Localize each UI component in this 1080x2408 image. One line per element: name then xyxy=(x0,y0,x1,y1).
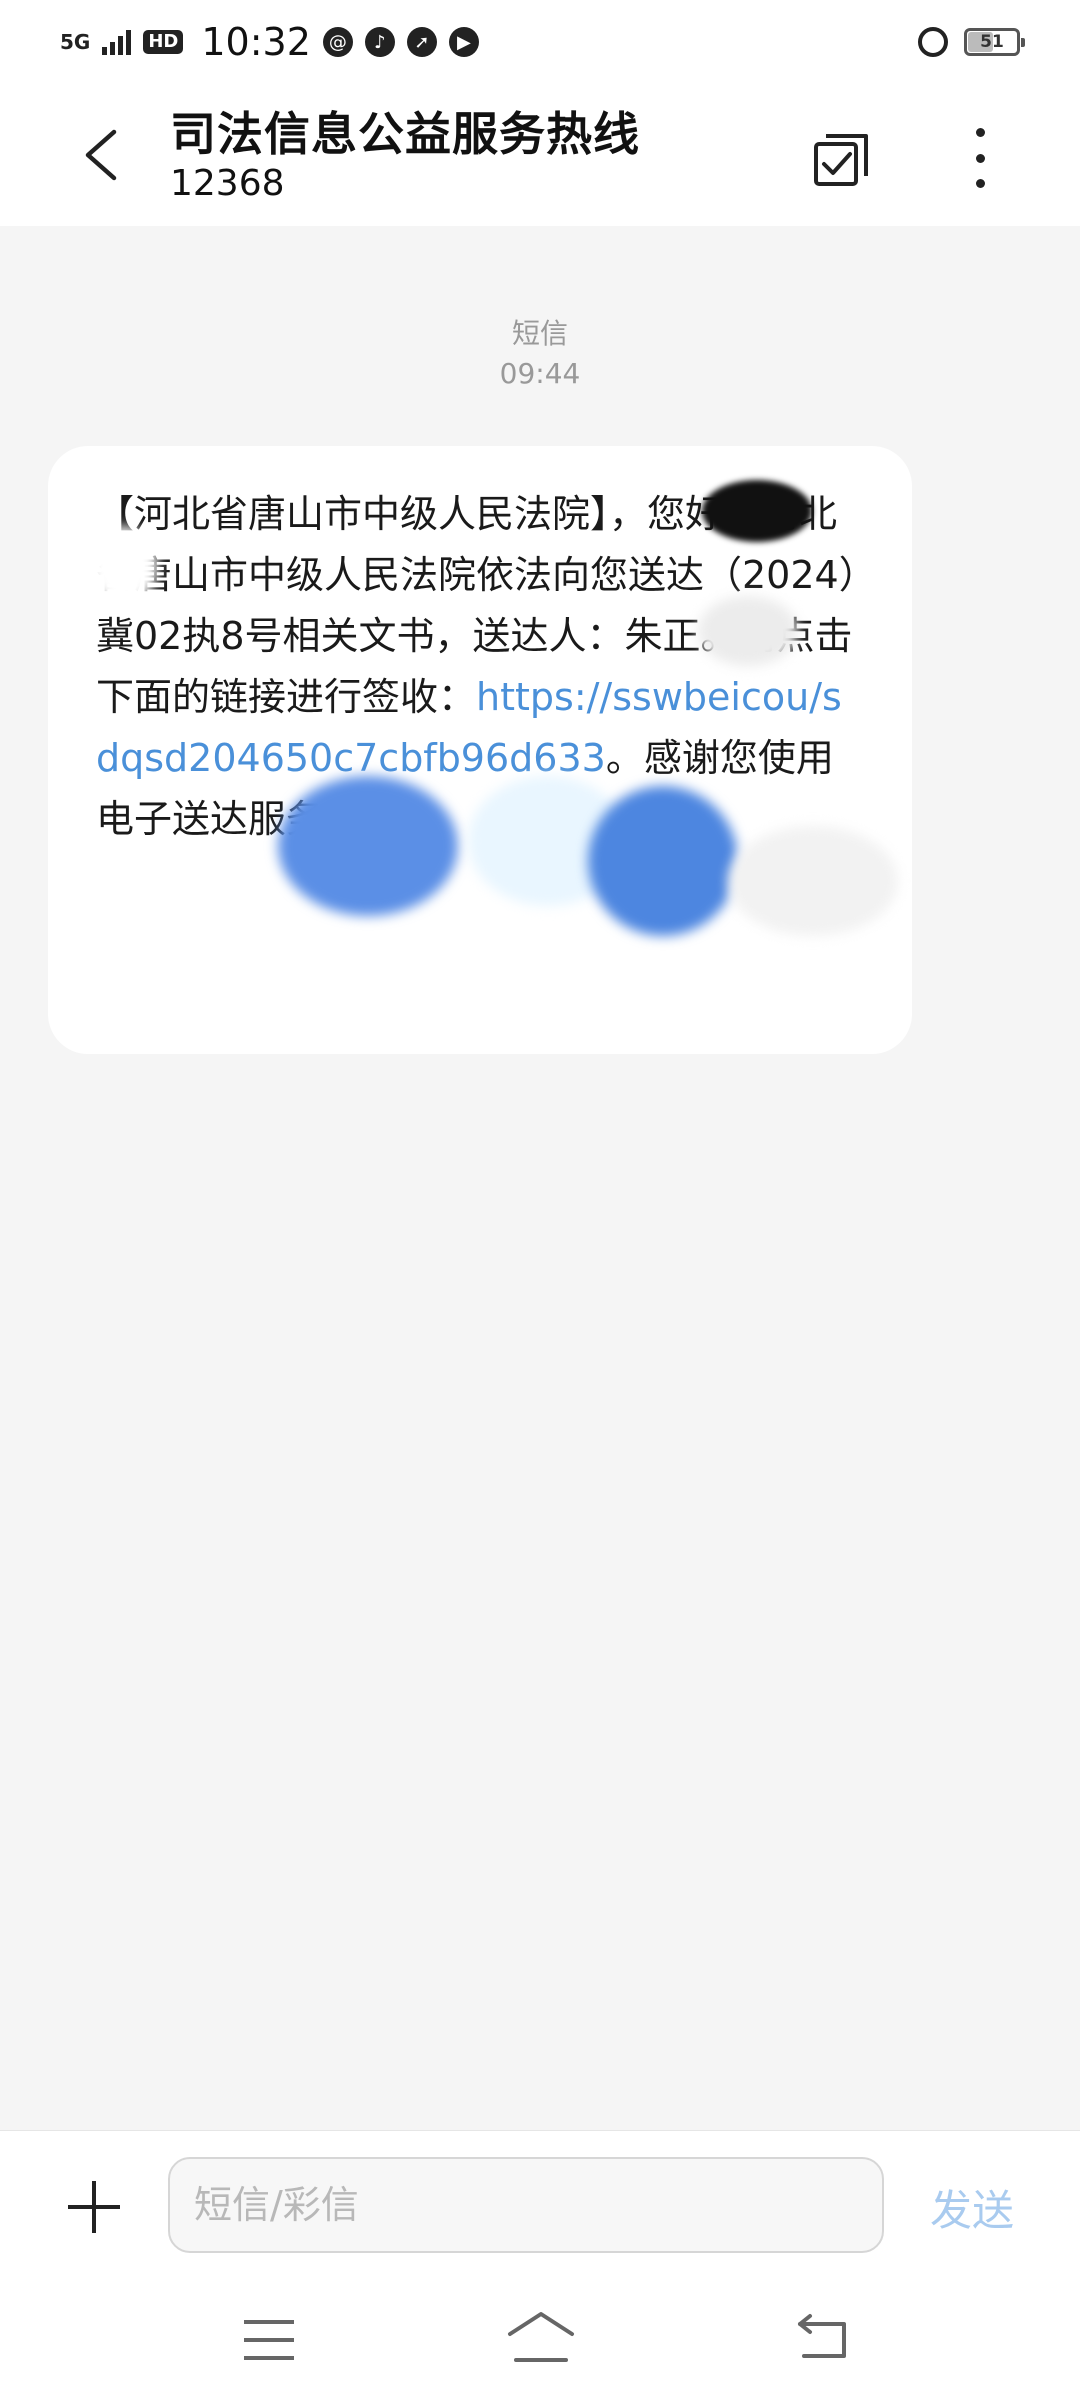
alarm-icon xyxy=(918,27,948,57)
redaction-mark xyxy=(88,526,158,606)
message-bubble[interactable]: 【河北省唐山市中级人民法院】，您好：河北省唐山市中级人民法院依法向您送达（202… xyxy=(48,446,912,1054)
message-link[interactable]: beicou xyxy=(683,675,809,719)
multi-select-icon[interactable] xyxy=(810,126,874,190)
message-meta: 短信 09:44 xyxy=(0,314,1080,394)
send-button[interactable]: 发送 xyxy=(930,2177,1014,2238)
tiktok-icon: ♪ xyxy=(364,27,395,57)
play-icon: ▶ xyxy=(448,27,479,57)
message-input[interactable] xyxy=(168,2157,884,2253)
message-time: 09:44 xyxy=(499,357,581,390)
message-type-label: 短信 xyxy=(511,317,568,350)
status-left: 5G HD 10:32 @ ♪ ➚ ▶ xyxy=(60,20,479,64)
message-link[interactable]: d204650c7cbfb96d6 xyxy=(164,736,557,780)
redaction-mark xyxy=(728,826,898,936)
status-time: 10:32 xyxy=(201,20,311,64)
hd-badge: HD xyxy=(143,30,184,54)
plus-icon[interactable] xyxy=(68,2181,120,2233)
signal-icon xyxy=(102,29,132,55)
home-icon[interactable] xyxy=(506,2310,576,2366)
message-link[interactable]: https://ssw xyxy=(476,675,683,719)
redaction-mark xyxy=(702,480,812,542)
compass-icon: ➚ xyxy=(406,27,437,57)
redaction-mark xyxy=(698,596,798,666)
contact-name: 司法信息公益服务热线 xyxy=(170,107,640,161)
battery-icon: 51 xyxy=(964,28,1025,56)
nav-back-icon[interactable] xyxy=(796,2312,852,2362)
battery-level: 51 xyxy=(980,32,1004,52)
status-right: 51 xyxy=(918,27,1025,57)
network-type: 5G xyxy=(60,30,91,54)
back-arrow-icon[interactable] xyxy=(76,128,124,182)
message-link[interactable]: 33 xyxy=(557,736,605,780)
menu-icon[interactable] xyxy=(244,2320,294,2360)
message-segment: 【河北省唐山市中级人民法院】 xyxy=(96,492,610,536)
status-bar: 5G HD 10:32 @ ♪ ➚ ▶ 51 xyxy=(0,0,1080,84)
compose-bar: 发送 xyxy=(0,2130,1080,2281)
more-options-icon[interactable] xyxy=(960,128,1000,188)
contact-info[interactable]: 司法信息公益服务热线 12368 xyxy=(170,106,640,206)
at-icon: @ xyxy=(322,27,353,57)
navigation-bar xyxy=(0,2280,1080,2408)
contact-number: 12368 xyxy=(170,163,285,204)
redaction-mark xyxy=(588,786,738,936)
redaction-mark xyxy=(278,776,458,916)
conversation-header: 司法信息公益服务热线 12368 xyxy=(0,84,1080,226)
conversation-area[interactable]: 短信 09:44 【河北省唐山市中级人民法院】，您好：河北省唐山市中级人民法院依… xyxy=(0,226,1080,2129)
